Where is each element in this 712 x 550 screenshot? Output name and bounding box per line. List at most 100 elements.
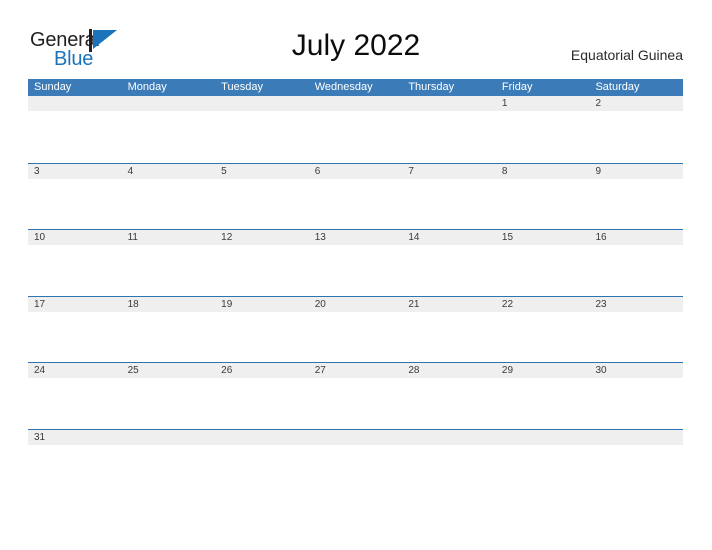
- day-events-area[interactable]: [28, 111, 122, 163]
- day-events-area[interactable]: [215, 444, 309, 495]
- day-cell[interactable]: 26: [215, 363, 309, 429]
- day-events-area[interactable]: [495, 111, 590, 163]
- weekday-header-wednesday: Wednesday: [314, 81, 373, 93]
- day-events-area[interactable]: [308, 245, 403, 296]
- day-cell[interactable]: [402, 429, 496, 495]
- day-cell[interactable]: 16: [589, 230, 684, 296]
- day-cell[interactable]: 4: [121, 163, 216, 229]
- day-cell[interactable]: 21: [402, 296, 496, 362]
- day-cell[interactable]: [402, 96, 496, 163]
- day-cell[interactable]: [121, 96, 216, 163]
- day-events-area[interactable]: [495, 245, 590, 296]
- day-cell[interactable]: [495, 429, 590, 495]
- day-events-area[interactable]: [28, 444, 122, 495]
- day-events-area[interactable]: [589, 178, 684, 229]
- day-number-band: [28, 163, 122, 179]
- day-events-area[interactable]: [308, 111, 403, 163]
- day-cell[interactable]: 31: [28, 429, 122, 495]
- day-cell[interactable]: 5: [215, 163, 309, 229]
- day-cell[interactable]: 18: [121, 296, 216, 362]
- day-cell[interactable]: 25: [121, 363, 216, 429]
- day-number-band: [402, 429, 496, 445]
- day-events-area[interactable]: [495, 444, 590, 495]
- day-events-area[interactable]: [28, 245, 122, 296]
- day-events-area[interactable]: [495, 378, 590, 429]
- day-cell[interactable]: 14: [402, 230, 496, 296]
- day-number: 21: [408, 298, 420, 310]
- day-number: 25: [127, 365, 139, 376]
- day-number: 27: [314, 365, 326, 376]
- day-cell[interactable]: 3: [28, 163, 122, 229]
- day-cell[interactable]: [28, 96, 122, 163]
- day-events-area[interactable]: [402, 378, 496, 429]
- day-events-area[interactable]: [495, 311, 590, 362]
- day-events-area[interactable]: [589, 245, 684, 296]
- day-cell[interactable]: 22: [495, 296, 590, 362]
- day-events-area[interactable]: [215, 245, 309, 296]
- day-events-area[interactable]: [28, 311, 122, 362]
- week-row: 10 11 12 13 14 15 16: [28, 229, 684, 296]
- day-events-area[interactable]: [121, 378, 216, 429]
- day-events-area[interactable]: [308, 178, 403, 229]
- day-cell[interactable]: 17: [28, 296, 122, 362]
- day-number-band: [121, 163, 216, 179]
- day-cell[interactable]: 9: [589, 163, 684, 229]
- day-events-area[interactable]: [121, 311, 216, 362]
- day-events-area[interactable]: [402, 245, 496, 296]
- day-number: 9: [595, 165, 602, 177]
- day-cell[interactable]: [308, 96, 403, 163]
- day-events-area[interactable]: [121, 245, 216, 296]
- day-cell[interactable]: 15: [495, 230, 590, 296]
- day-events-area[interactable]: [589, 444, 684, 495]
- day-cell[interactable]: 29: [495, 363, 590, 429]
- day-events-area[interactable]: [589, 111, 684, 163]
- day-cell[interactable]: [215, 96, 309, 163]
- day-cell[interactable]: 23: [589, 296, 684, 362]
- day-events-area[interactable]: [215, 111, 309, 163]
- day-cell[interactable]: 24: [28, 363, 122, 429]
- day-cell[interactable]: 7: [402, 163, 496, 229]
- day-cell[interactable]: 8: [495, 163, 590, 229]
- day-events-area[interactable]: [215, 178, 309, 229]
- day-events-area[interactable]: [28, 378, 122, 429]
- day-cell[interactable]: 6: [308, 163, 403, 229]
- day-cell[interactable]: 11: [121, 230, 216, 296]
- day-events-area[interactable]: [402, 311, 496, 362]
- day-events-area[interactable]: [28, 178, 122, 229]
- day-events-area[interactable]: [121, 444, 216, 495]
- day-number-band: [121, 429, 216, 445]
- day-events-area[interactable]: [308, 311, 403, 362]
- day-number-band: [589, 429, 684, 445]
- day-events-area[interactable]: [589, 378, 684, 429]
- day-number: 7: [408, 165, 414, 177]
- day-cell[interactable]: [121, 429, 216, 495]
- day-events-area[interactable]: [402, 178, 496, 229]
- day-events-area[interactable]: [308, 378, 403, 429]
- day-number: 24: [34, 365, 46, 376]
- day-events-area[interactable]: [121, 178, 216, 229]
- day-cell[interactable]: [589, 429, 684, 495]
- day-cell[interactable]: 2: [589, 96, 684, 163]
- day-cell[interactable]: 30: [589, 363, 684, 429]
- day-events-area[interactable]: [589, 311, 684, 362]
- day-cell[interactable]: 13: [308, 230, 403, 296]
- day-events-area[interactable]: [121, 111, 216, 163]
- day-cell[interactable]: [308, 429, 403, 495]
- day-cell[interactable]: 1: [495, 96, 590, 163]
- day-number: 10: [34, 232, 46, 243]
- day-events-area[interactable]: [215, 378, 309, 429]
- day-number: 23: [595, 298, 607, 310]
- day-cell[interactable]: 10: [28, 230, 122, 296]
- day-cell[interactable]: 12: [215, 230, 309, 296]
- day-events-area[interactable]: [215, 311, 309, 362]
- day-events-area[interactable]: [495, 178, 590, 229]
- day-cell[interactable]: 28: [402, 363, 496, 429]
- day-cell[interactable]: [215, 429, 309, 495]
- day-events-area[interactable]: [402, 111, 496, 163]
- day-cell[interactable]: 27: [308, 363, 403, 429]
- day-events-area[interactable]: [402, 444, 496, 495]
- day-number-band: [495, 163, 590, 179]
- day-cell[interactable]: 20: [308, 296, 403, 362]
- day-cell[interactable]: 19: [215, 296, 309, 362]
- day-events-area[interactable]: [308, 444, 403, 495]
